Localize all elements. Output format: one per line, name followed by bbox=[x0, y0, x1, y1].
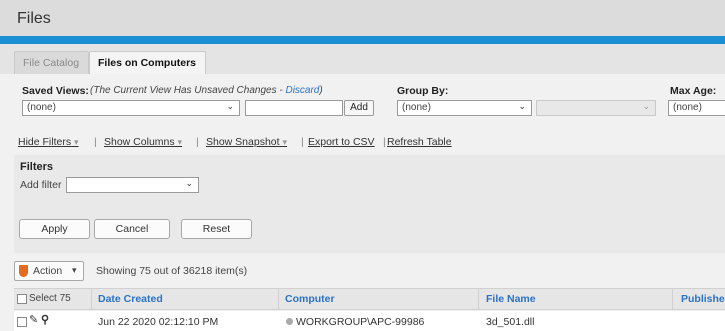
tab-files-on-computers[interactable]: Files on Computers bbox=[89, 51, 206, 74]
group-by-secondary-select: ⌄ bbox=[536, 100, 656, 116]
accent-bar bbox=[0, 36, 725, 44]
select-all-label: Select 75 bbox=[29, 293, 71, 304]
saved-views-label: Saved Views: bbox=[22, 85, 89, 97]
caret-down-icon: ▾ bbox=[282, 137, 288, 147]
group-by-label: Group By: bbox=[397, 85, 449, 97]
show-columns-link[interactable]: Show Columns ▾ bbox=[104, 136, 182, 148]
chevron-down-icon: ⌄ bbox=[226, 101, 234, 111]
caret-down-icon: ▾ bbox=[177, 137, 183, 147]
discard-link[interactable]: Discard bbox=[285, 85, 319, 96]
action-button[interactable]: Action ▾ bbox=[14, 261, 84, 281]
chevron-down-icon: ⌄ bbox=[185, 178, 193, 188]
shield-icon bbox=[19, 265, 28, 277]
saved-view-name-input[interactable] bbox=[245, 100, 343, 116]
column-divider bbox=[672, 289, 673, 310]
hide-filters-label: Hide Filters bbox=[18, 136, 72, 148]
separator: | bbox=[196, 136, 199, 148]
computer-status-icon bbox=[286, 318, 293, 325]
edit-icon[interactable]: ✎ bbox=[29, 313, 38, 326]
refresh-table-link[interactable]: Refresh Table bbox=[387, 136, 452, 148]
column-computer[interactable]: Computer bbox=[285, 293, 335, 305]
cell-file-name: 3d_501.dll bbox=[486, 316, 535, 328]
column-divider bbox=[478, 289, 479, 310]
caret-down-icon: ▾ bbox=[72, 265, 77, 275]
chevron-down-icon: ⌄ bbox=[518, 101, 526, 111]
cancel-button[interactable]: Cancel bbox=[94, 219, 170, 239]
row-checkbox[interactable] bbox=[17, 317, 27, 327]
showing-count: Showing 75 out of 36218 item(s) bbox=[96, 265, 248, 277]
add-view-button[interactable]: Add bbox=[344, 100, 374, 116]
show-snapshot-link[interactable]: Show Snapshot ▾ bbox=[206, 136, 287, 148]
page-title: Files bbox=[17, 10, 51, 27]
apply-button[interactable]: Apply bbox=[19, 219, 90, 239]
unsaved-changes-note: (The Current View Has Unsaved Changes - … bbox=[90, 85, 323, 96]
reset-button[interactable]: Reset bbox=[181, 219, 252, 239]
cell-computer[interactable]: WORKGROUP\APC-99986 bbox=[296, 316, 424, 328]
search-icon[interactable]: ⚲ bbox=[41, 313, 49, 326]
caret-down-icon: ▾ bbox=[74, 137, 79, 147]
column-publisher[interactable]: Publishe bbox=[681, 293, 725, 305]
export-csv-link[interactable]: Export to CSV bbox=[308, 136, 375, 148]
saved-views-select[interactable]: (none) ⌄ bbox=[22, 100, 240, 116]
unsaved-changes-text: (The Current View Has Unsaved Changes - bbox=[90, 85, 286, 96]
tab-file-catalog[interactable]: File Catalog bbox=[14, 51, 89, 74]
cell-date-created: Jun 22 2020 02:12:10 PM bbox=[98, 316, 219, 328]
separator: | bbox=[301, 136, 304, 148]
column-file-name[interactable]: File Name bbox=[486, 293, 536, 305]
filters-heading: Filters bbox=[20, 161, 54, 173]
unsaved-changes-close: ) bbox=[319, 85, 323, 96]
max-age-selected: (none) bbox=[673, 102, 702, 113]
saved-views-selected: (none) bbox=[27, 102, 56, 113]
hide-filters-link[interactable]: Hide Filters ▾ bbox=[18, 136, 79, 148]
column-divider bbox=[91, 289, 92, 310]
column-divider bbox=[278, 289, 279, 310]
add-filter-label: Add filter bbox=[20, 179, 62, 191]
show-snapshot-label: Show Snapshot bbox=[206, 136, 280, 148]
add-filter-select[interactable]: ⌄ bbox=[66, 177, 199, 193]
select-all-checkbox[interactable] bbox=[17, 294, 27, 304]
column-date-created[interactable]: Date Created bbox=[98, 293, 163, 305]
group-by-selected: (none) bbox=[402, 102, 431, 113]
separator: | bbox=[94, 136, 97, 148]
page-header bbox=[0, 0, 725, 36]
chevron-down-icon: ⌄ bbox=[642, 101, 650, 111]
max-age-select[interactable]: (none) ⌄ bbox=[668, 100, 725, 116]
group-by-select[interactable]: (none) ⌄ bbox=[397, 100, 532, 116]
separator: | bbox=[383, 136, 386, 148]
action-label: Action bbox=[33, 265, 63, 277]
show-columns-label: Show Columns bbox=[104, 136, 175, 148]
max-age-label: Max Age: bbox=[670, 85, 717, 97]
